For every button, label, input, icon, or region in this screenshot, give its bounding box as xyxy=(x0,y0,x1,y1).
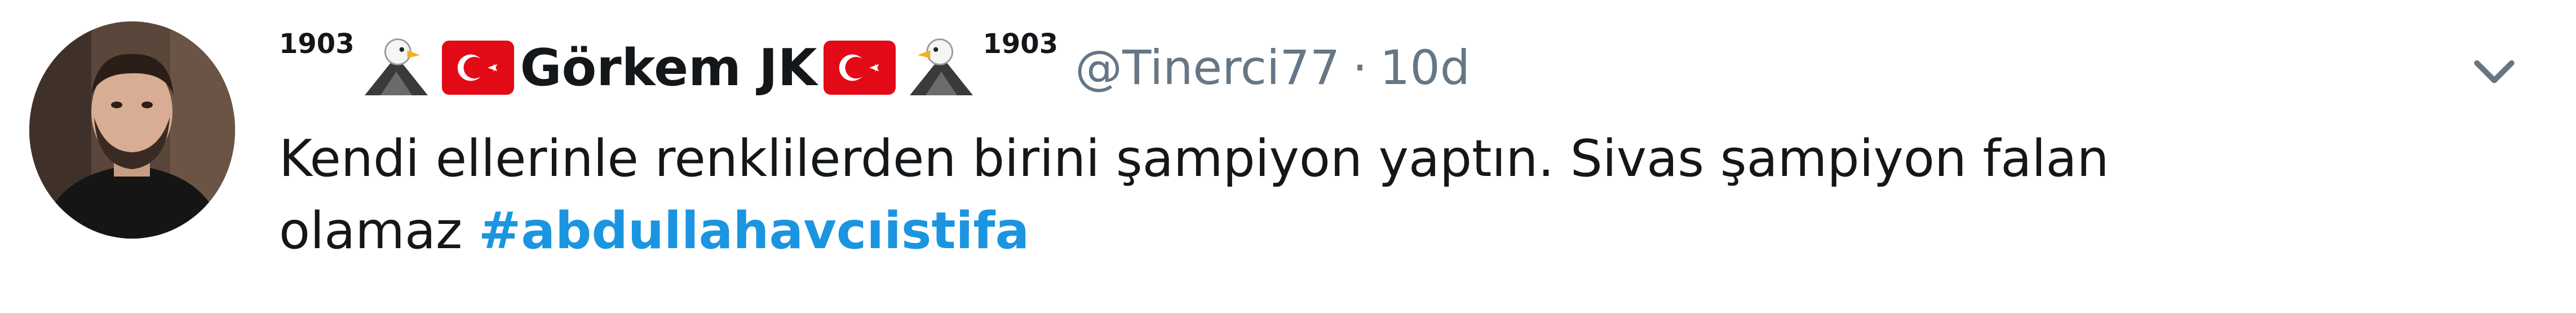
tweet-text-line-1: Kendi ellerinle renklilerden birini şamp… xyxy=(279,129,2109,188)
separator-dot: · xyxy=(1352,40,1367,95)
tweet-text-line-2-prefix: olamaz xyxy=(279,201,479,261)
tweet-text-line-2: olamaz #abdullahavcıistifa xyxy=(279,195,2477,267)
turkey-flag-icon xyxy=(441,41,515,95)
name-suffix: 1903 xyxy=(982,28,1059,60)
tweet-card[interactable]: 1903 Görkem JK 1903 @Tinerci77 · 10d Ken… xyxy=(0,0,2576,313)
eagle-icon xyxy=(357,28,436,107)
timestamp[interactable]: 10d xyxy=(1380,40,1470,95)
tweet-header: 1903 Görkem JK 1903 @Tinerci77 · 10d xyxy=(279,23,1470,113)
user-handle[interactable]: @Tinerci77 xyxy=(1075,40,1340,95)
name-prefix: 1903 xyxy=(279,28,355,60)
tweet-text: Kendi ellerinle renklilerden birini şamp… xyxy=(279,123,2477,267)
avatar[interactable] xyxy=(29,21,235,239)
turkey-flag-icon xyxy=(823,41,896,95)
hashtag-link[interactable]: #abdullahavcıistifa xyxy=(479,201,1029,261)
chevron-down-icon[interactable] xyxy=(2463,39,2525,102)
eagle-icon xyxy=(902,28,981,107)
display-name[interactable]: Görkem JK xyxy=(520,38,817,98)
